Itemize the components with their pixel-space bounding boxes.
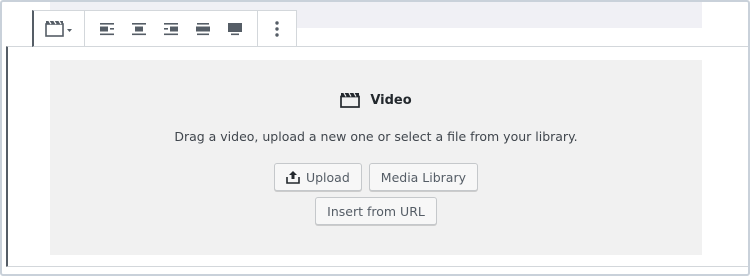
more-options-icon [275,20,279,37]
align-wide-icon [196,22,210,35]
align-center-icon [132,22,146,35]
media-library-button-label: Media Library [380,169,467,185]
align-center-button[interactable] [123,13,155,45]
align-full-button[interactable] [219,13,251,45]
upload-button-label: Upload [305,169,350,185]
upload-icon [286,171,300,184]
block-toolbar [32,10,297,47]
placeholder-instructions: Drag a video, upload a new one or select… [174,129,578,144]
insert-from-url-label: Insert from URL [327,203,425,219]
chevron-down-icon [67,28,72,32]
align-full-icon [228,22,242,35]
media-library-button[interactable]: Media Library [368,163,479,191]
align-left-icon [100,22,114,35]
upload-button[interactable]: Upload [273,163,362,191]
align-right-button[interactable] [155,13,187,45]
video-placeholder: Video Drag a video, upload a new one or … [50,60,702,255]
video-icon [45,20,72,37]
placeholder-button-row: Upload Media Library [50,163,702,191]
video-icon [340,92,361,108]
more-group [258,11,296,46]
placeholder-title: Video [370,92,412,108]
alignment-group [85,11,258,46]
block-switcher-group [34,11,85,46]
insert-from-url-button[interactable]: Insert from URL [315,197,437,225]
placeholder-label: Video [50,92,702,108]
more-options-button[interactable] [264,13,290,45]
placeholder-url-row: Insert from URL [50,197,702,225]
block-switcher-button[interactable] [40,13,78,45]
align-wide-button[interactable] [187,13,219,45]
align-left-button[interactable] [91,13,123,45]
editor-frame: Video Drag a video, upload a new one or … [0,0,750,276]
align-right-icon [164,22,178,35]
